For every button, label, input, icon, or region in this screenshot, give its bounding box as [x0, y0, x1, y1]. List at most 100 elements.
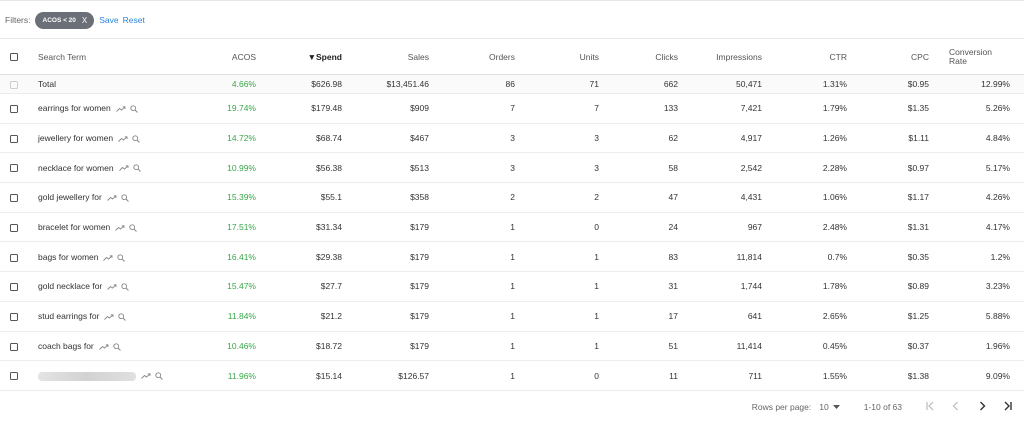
cell-sales: $467	[410, 133, 429, 144]
select-all-checkbox[interactable]	[10, 53, 18, 62]
cell-ctr: 1.78%	[822, 281, 847, 292]
col-spend[interactable]: ▼Spend	[256, 39, 342, 75]
cell-acos: 15.47%	[227, 281, 256, 292]
trend-icon[interactable]	[107, 284, 117, 291]
table-row: bags for women 16.41% $29.38 $179 1 1 83 11,814…	[0, 242, 1024, 272]
col-orders[interactable]: Orders	[429, 39, 515, 75]
save-filter-link[interactable]: Save	[99, 15, 118, 25]
chevron-right-icon[interactable]	[976, 401, 988, 414]
table-row: 11.96% $15.14 $126.57 1 0 11 711 1.55% $1.38 9.09…	[0, 361, 1024, 391]
cell-conversion: 1.96%	[985, 340, 1010, 351]
cell-acos: 16.41%	[227, 251, 256, 262]
search-term-cell: jewellery for women	[28, 123, 162, 153]
col-cpc[interactable]: CPC	[847, 39, 929, 75]
cell-units: 0	[594, 222, 599, 233]
select-all-cell	[0, 39, 28, 75]
trend-icon[interactable]	[103, 254, 113, 261]
search-icon[interactable]	[130, 105, 138, 113]
filter-chip-label: ACOS < 20	[42, 16, 76, 24]
cell-spend: $56.38	[316, 162, 342, 173]
cell-ctr: 0.45%	[822, 340, 847, 351]
cell-acos: 10.99%	[227, 162, 256, 173]
search-term[interactable]: necklace for women	[38, 163, 114, 173]
search-icon[interactable]	[117, 253, 126, 262]
cell-conversion: 1.2%	[990, 251, 1010, 262]
cell-units: 3	[594, 162, 599, 173]
row-checkbox[interactable]	[10, 312, 18, 321]
col-clicks[interactable]: Clicks	[599, 39, 678, 75]
trend-icon[interactable]	[104, 314, 114, 320]
search-term[interactable]: gold jewellery for	[38, 192, 102, 202]
search-icon[interactable]	[121, 194, 129, 203]
filter-chip-acos[interactable]: ACOS < 20 X	[34, 11, 95, 29]
trend-icon[interactable]	[115, 106, 126, 112]
search-icon[interactable]	[132, 135, 140, 143]
cell-units: 1	[594, 311, 599, 322]
trend-icon[interactable]	[98, 343, 109, 350]
cell-sales: $179	[410, 251, 429, 262]
first-page-icon[interactable]	[924, 401, 936, 414]
row-checkbox[interactable]	[10, 164, 18, 173]
cell-conversion: 5.17%	[985, 162, 1010, 173]
row-checkbox[interactable]	[10, 194, 18, 203]
total-checkbox-cell	[0, 75, 28, 94]
chevron-left-icon[interactable]	[950, 401, 962, 414]
cell-impressions: 11,814	[736, 251, 762, 262]
search-term-cell: earrings for women	[28, 94, 162, 124]
search-icon[interactable]	[121, 283, 130, 292]
cell-clicks: 11	[669, 370, 678, 381]
col-conversion-line2: Rate	[949, 55, 967, 66]
row-checkbox[interactable]	[10, 342, 18, 351]
trend-icon[interactable]	[141, 373, 151, 379]
trend-icon[interactable]	[118, 165, 129, 172]
search-icon[interactable]	[113, 342, 121, 351]
col-impressions[interactable]: Impressions	[678, 39, 762, 75]
row-checkbox[interactable]	[10, 223, 18, 232]
row-checkbox[interactable]	[10, 283, 18, 292]
search-icon[interactable]	[118, 313, 127, 321]
row-checkbox[interactable]	[10, 372, 18, 381]
cell-impressions: 7,421	[740, 103, 762, 114]
filter-chip-close-icon[interactable]: X	[82, 16, 87, 25]
cell-cpc: $1.35	[907, 103, 929, 114]
search-icon[interactable]	[132, 164, 141, 173]
search-term[interactable]: coach bags for	[38, 341, 94, 351]
row-checkbox-cell	[0, 242, 28, 272]
trend-icon[interactable]	[115, 225, 125, 231]
reset-filter-link[interactable]: Reset	[123, 15, 145, 25]
cell-ctr: 1.55%	[822, 370, 847, 381]
search-term-cell: bags for women	[28, 242, 162, 272]
pagination-range: 1-10 of 63	[863, 402, 902, 412]
search-term[interactable]: jewellery for women	[38, 133, 113, 143]
total-clicks: 662	[663, 79, 678, 89]
col-ctr[interactable]: CTR	[762, 39, 847, 75]
row-checkbox[interactable]	[10, 253, 18, 262]
cell-impressions: 711	[748, 370, 762, 381]
search-icon[interactable]	[129, 224, 138, 232]
col-search-term[interactable]: Search Term	[28, 39, 162, 75]
cell-clicks: 133	[663, 103, 678, 114]
col-acos[interactable]: ACOS	[162, 39, 256, 75]
row-checkbox[interactable]	[10, 105, 18, 114]
trend-icon[interactable]	[106, 195, 117, 201]
cell-acos: 10.46%	[227, 340, 256, 351]
table-row: necklace for women 10.99% $56.38 $513 3 3 58 2,…	[0, 153, 1024, 183]
search-term[interactable]: stud earrings for	[38, 311, 99, 321]
row-checkbox[interactable]	[10, 134, 18, 143]
last-page-icon[interactable]	[1002, 401, 1014, 414]
cell-spend: $31.34	[316, 222, 342, 233]
col-sales[interactable]: Sales	[342, 39, 429, 75]
cell-conversion: 4.17%	[985, 222, 1010, 233]
col-units[interactable]: Units	[515, 39, 599, 75]
col-conversion-rate[interactable]: Conversion Rate	[929, 39, 1024, 75]
search-term[interactable]: gold necklace for	[38, 281, 102, 291]
search-term[interactable]: earrings for women	[38, 103, 111, 113]
search-term[interactable]: bracelet for women	[38, 222, 110, 232]
search-icon[interactable]	[155, 372, 163, 381]
search-term[interactable]: bags for women	[38, 252, 98, 262]
trend-icon[interactable]	[118, 136, 128, 142]
cell-conversion: 4.26%	[985, 192, 1010, 203]
rows-per-page-select[interactable]: 10	[819, 402, 840, 412]
cell-sales: $179	[410, 340, 429, 351]
cell-acos: 19.74%	[227, 103, 256, 114]
